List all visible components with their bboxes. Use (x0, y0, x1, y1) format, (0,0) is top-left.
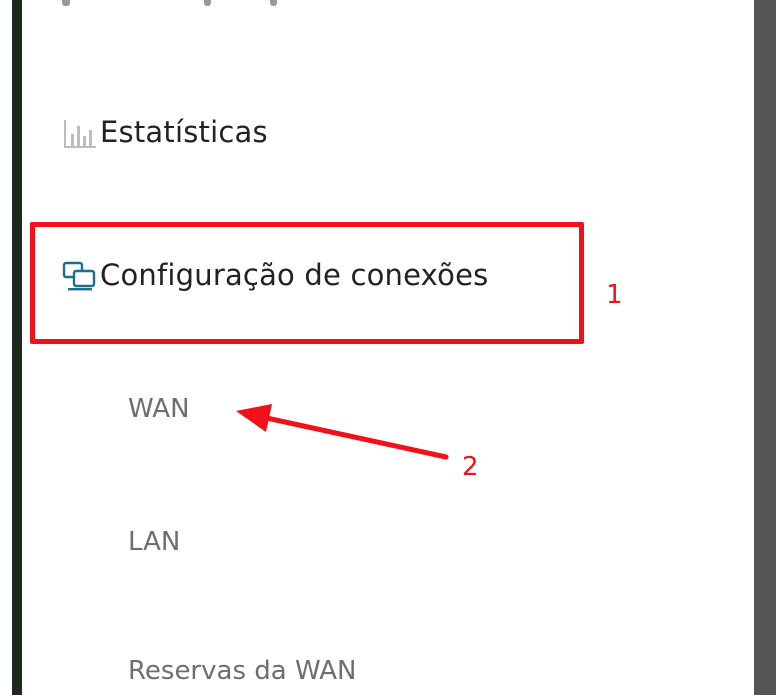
submenu-item-reservas-da-wan[interactable]: Reservas da WAN (128, 656, 356, 686)
right-dark-strip (754, 0, 776, 695)
submenu-item-wan[interactable]: WAN (128, 394, 190, 424)
sidebar-menu (22, 0, 754, 695)
submenu-item-lan[interactable]: LAN (128, 527, 180, 557)
cut-off-menu-item (62, 0, 302, 16)
bar-chart-icon (62, 112, 100, 152)
annotation-number-1: 1 (606, 280, 623, 310)
sidebar-item-label: Estatísticas (100, 115, 268, 149)
annotation-highlight-box (30, 222, 584, 344)
annotation-number-2: 2 (462, 452, 479, 482)
left-dark-strip (12, 0, 22, 695)
sidebar-item-estatisticas[interactable]: Estatísticas (62, 112, 268, 152)
